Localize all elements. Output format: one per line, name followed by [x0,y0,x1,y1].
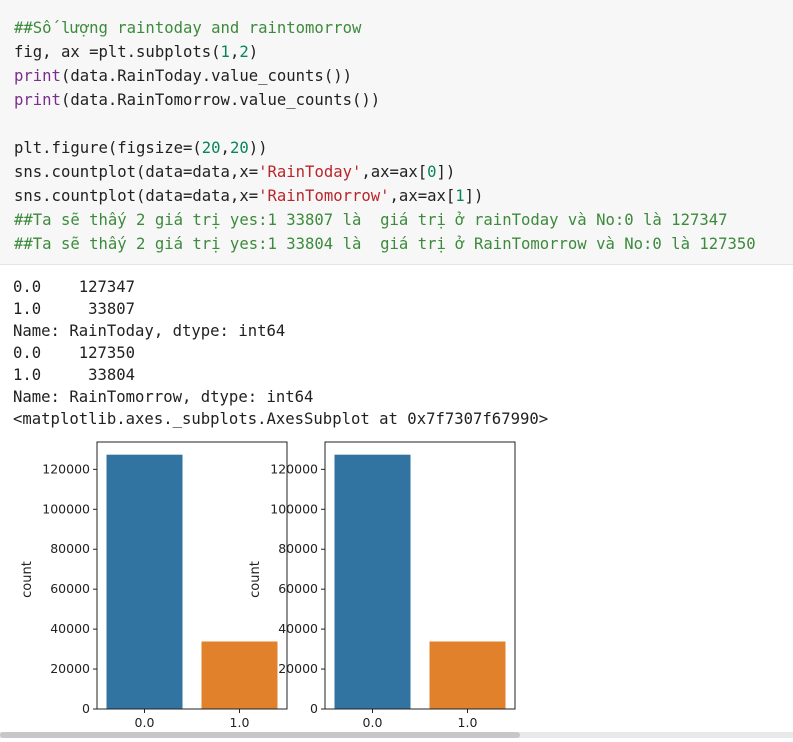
bar-1.0 [429,641,506,709]
code-token: , [229,43,240,61]
scrollbar-thumb[interactable] [0,732,520,738]
output-line: 1.0 33804 [13,366,136,384]
y-tick-label: 40000 [278,621,318,636]
code-line: fig, ax =plt.subplots(1,2) [14,40,756,64]
countplot-figure: 0 20000 40000 60000 80000 100000 120000 0.0 1.0 c… [20,441,516,730]
chart-panel-1: 0 20000 40000 60000 80000 100000 120000 0.0 1.0 c… [20,441,288,730]
code-token: ##Số lượng raintoday and raintomorrow [14,19,362,37]
code-token: sns.countplot(data=data,x= [14,163,259,181]
code-token: ##Ta sẽ thấy 2 giá trị yes:1 33807 là gi… [14,211,728,229]
y-tick-label: 120000 [42,461,90,476]
code-line: print(data.RainTomorrow.value_counts()) [14,88,756,112]
code-token: 1 [220,43,230,61]
code-token: ,ax=ax[ [361,163,428,181]
code-token: ,ax=ax[ [389,187,456,205]
code-line: print(data.RainToday.value_counts()) [14,64,756,88]
y-tick-label: 100000 [270,501,318,516]
output-line: 0.0 127347 [13,278,136,296]
code-token: 1 [455,187,465,205]
code-token: ##Ta sẽ thấy 2 giá trị yes:1 33804 là gi… [14,235,756,253]
code-token: print [14,67,61,85]
y-tick-label: 80000 [278,541,318,556]
code-token: ]) [464,187,484,205]
chart-panel-2: 0 20000 40000 60000 80000 100000 120000 0.0 1.0 c… [248,441,516,730]
code-token: print [14,91,61,109]
code-token: , [220,139,230,157]
code-line: ##Ta sẽ thấy 2 giá trị yes:1 33807 là gi… [14,208,756,232]
y-tick-label: 20000 [50,661,90,676]
code-token: plt.figure(figsize=( [14,139,202,157]
code-token: 0 [427,163,437,181]
y-tick-label: 120000 [270,461,318,476]
code-token: (data.RainToday.value_counts()) [60,67,352,85]
y-tick-label: 80000 [50,541,90,556]
code-token: 20 [201,139,221,157]
output-line: 1.0 33807 [13,300,136,318]
code-token: 'RainTomorrow' [258,187,390,205]
code-editor[interactable]: ##Số lượng raintoday and raintomorrow fig… [14,16,756,256]
code-token: 2 [239,43,249,61]
code-cell[interactable]: ##Số lượng raintoday and raintomorrow fig… [0,0,793,265]
horizontal-scrollbar[interactable] [0,732,793,738]
code-token: sns.countplot(data=data,x= [14,187,259,205]
plot-output: 0 20000 40000 60000 80000 100000 120000 0.0 1.0 c… [0,436,793,738]
y-tick-label: 0 [82,701,90,716]
y-axis-label: count [20,561,35,598]
code-token: 20 [229,139,249,157]
output-line: Name: RainToday, dtype: int64 [13,322,286,340]
bar-0.0 [106,454,183,709]
code-token: ]) [436,163,456,181]
y-tick-label: 0 [310,701,318,716]
bar-1.0 [201,641,278,709]
code-token: (data.RainTomorrow.value_counts()) [60,91,381,109]
code-token: ) [248,43,259,61]
y-tick-label: 60000 [278,581,318,596]
code-line: sns.countplot(data=data,x='RainToday',ax… [14,160,756,184]
x-tick-label: 1.0 [230,715,250,730]
code-line: plt.figure(figsize=(20,20)) [14,136,756,160]
code-token: )) [248,139,268,157]
x-tick-label: 1.0 [458,715,478,730]
output-line: Name: RainTomorrow, dtype: int64 [13,388,314,406]
code-line: ##Số lượng raintoday and raintomorrow [14,16,756,40]
x-tick-label: 0.0 [135,715,155,730]
code-line: sns.countplot(data=data,x='RainTomorrow'… [14,184,756,208]
bar-0.0 [334,454,411,709]
code-token: 'RainToday' [258,163,362,181]
code-line: ##Ta sẽ thấy 2 giá trị yes:1 33804 là gi… [14,232,756,256]
y-tick-label: 20000 [278,661,318,676]
code-token: fig, ax =plt.subplots( [14,43,221,61]
y-tick-label: 60000 [50,581,90,596]
output-line: <matplotlib.axes._subplots.AxesSubplot a… [13,410,549,428]
y-axis-label: count [248,561,263,598]
x-tick-label: 0.0 [363,715,383,730]
cell-output-text: 0.0 127347 1.0 33807 Name: RainToday, dtyp… [13,276,548,430]
output-line: 0.0 127350 [13,344,136,362]
y-tick-label: 40000 [50,621,90,636]
y-tick-label: 100000 [42,501,90,516]
